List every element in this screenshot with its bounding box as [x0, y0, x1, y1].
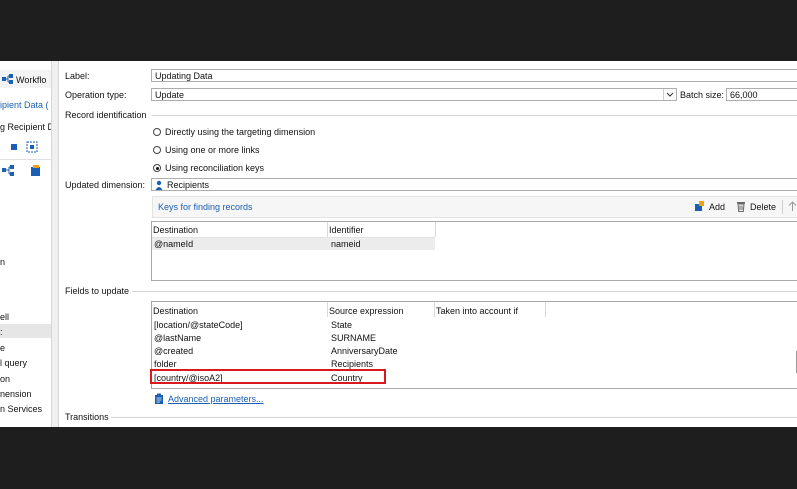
delete-icon[interactable] [736, 201, 746, 214]
section-divider [132, 291, 797, 292]
fit-icon[interactable] [26, 141, 38, 155]
batch-size-caption: Batch size: [680, 90, 725, 100]
delete-button[interactable]: Delete [750, 202, 776, 212]
keys-header-destination[interactable]: Destination [153, 225, 198, 235]
radio-targeting-dimension-label[interactable]: Directly using the targeting dimension [165, 127, 315, 137]
workflow-side-panel: Workflo ipient Data ( g Recipient D n el… [0, 61, 52, 427]
label-input[interactable]: Updating Data [151, 69, 797, 82]
workflow-icon [2, 74, 14, 86]
advanced-parameters-link[interactable]: Advanced parameters... [168, 394, 264, 404]
recipient-tab-label[interactable]: g Recipient D [0, 122, 51, 132]
person-icon [155, 180, 163, 190]
side-item-8[interactable]: n [0, 257, 5, 267]
fields-to-update-heading: Fields to update [65, 286, 130, 296]
fields-header-destination[interactable]: Destination [153, 306, 198, 316]
section-divider [152, 115, 797, 116]
side-item-7[interactable]: n Services [0, 404, 42, 414]
updated-dimension-caption: Updated dimension: [65, 180, 146, 190]
side-item-6[interactable]: nension [0, 389, 32, 399]
side-item-3[interactable]: e [0, 343, 5, 353]
chevron-down-icon[interactable] [663, 89, 676, 100]
advanced-parameters-icon[interactable] [154, 393, 164, 407]
radio-targeting-dimension[interactable] [153, 128, 161, 136]
table-row-source[interactable]: Recipients [331, 359, 373, 369]
updated-dimension-field[interactable]: Recipients [151, 178, 797, 191]
radio-reconciliation-keys-label[interactable]: Using reconciliation keys [165, 163, 264, 173]
operation-type-caption: Operation type: [65, 90, 127, 100]
add-icon[interactable] [694, 201, 705, 214]
updated-dimension-value: Recipients [167, 180, 210, 190]
table-row-selected[interactable] [152, 237, 435, 250]
properties-icon[interactable] [30, 165, 42, 179]
label-caption: Label: [65, 71, 90, 81]
table-row-source[interactable]: SURNAME [331, 333, 376, 343]
radio-links-label[interactable]: Using one or more links [165, 145, 260, 155]
transitions-heading: Transitions [65, 412, 109, 422]
section-divider [111, 417, 797, 418]
radio-links[interactable] [153, 146, 161, 154]
keys-table[interactable] [151, 221, 797, 281]
highlight-box [150, 369, 386, 384]
operation-type-value: Update [155, 90, 185, 100]
table-row-source[interactable]: State [331, 320, 352, 330]
add-button[interactable]: Add [709, 202, 725, 212]
record-identification-heading: Record identification [65, 110, 147, 120]
dialog-screenshot: Workflo ipient Data ( g Recipient D n el… [0, 61, 797, 427]
table-row-source[interactable]: AnniversaryDate [331, 346, 398, 356]
panel-splitter[interactable] [52, 61, 59, 427]
table-row-dest[interactable]: folder [154, 359, 177, 369]
fields-header-taken-into-account[interactable]: Taken into account if [436, 306, 518, 316]
keys-cell-destination: @nameId [154, 239, 194, 249]
diagram-icon[interactable] [2, 165, 16, 178]
keys-header-identifier[interactable]: Identifier [329, 225, 364, 235]
side-item-5[interactable]: on [0, 374, 10, 384]
move-up-icon[interactable] [788, 201, 797, 214]
fields-header-source-expression[interactable]: Source expression [329, 306, 404, 316]
stop-icon[interactable] [10, 143, 18, 153]
table-row-dest[interactable]: @created [154, 346, 193, 356]
table-row-dest[interactable]: @lastName [154, 333, 201, 343]
side-item-4[interactable]: l query [0, 358, 27, 368]
recipient-data-tab[interactable]: ipient Data ( [0, 100, 49, 110]
radio-reconciliation-keys[interactable] [153, 164, 161, 172]
side-item-2[interactable]: : [0, 327, 3, 337]
table-row-dest[interactable]: [location/@stateCode] [154, 320, 243, 330]
keys-link[interactable]: Keys for finding records [158, 202, 253, 212]
operation-type-select[interactable]: Update [151, 88, 677, 101]
keys-cell-identifier: nameid [331, 239, 361, 249]
workflow-tab[interactable]: Workflo [0, 70, 51, 88]
side-item-1[interactable]: ell [0, 312, 9, 322]
workflow-tab-label: Workflo [16, 75, 47, 85]
batch-size-input[interactable]: 66,000 [726, 88, 797, 101]
